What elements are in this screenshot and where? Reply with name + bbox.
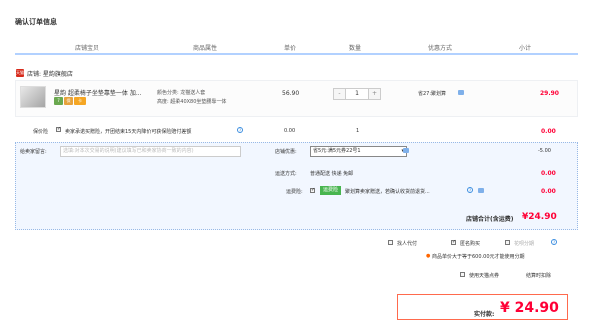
actual-pay-value: ¥ 24.90 — [500, 300, 559, 316]
header-divider — [15, 53, 578, 55]
product-title-link[interactable]: 星韵 超柔椅子坐垫靠垫一体 加... — [54, 88, 142, 97]
product-thumbnail[interactable] — [20, 86, 46, 108]
tmall-points-label: 使用天猫点券 — [469, 273, 500, 279]
settle-points-text: 结算时扣除 — [526, 273, 552, 279]
insurance-subtotal: 0.00 — [541, 128, 556, 135]
guarantee-icon: 保 — [64, 97, 73, 105]
qty-minus-button[interactable]: - — [334, 89, 345, 99]
delivery-label: 运送方式: — [275, 171, 297, 177]
item-row — [15, 80, 578, 117]
page-title: 确认订单信息 — [15, 18, 57, 26]
discount-info-icon[interactable] — [403, 147, 409, 154]
shop-name-link[interactable]: 店铺: 星韵旗舰店 — [27, 69, 73, 78]
item-prop-color: 颜色分类: 龙猫送人套 — [157, 90, 206, 96]
item-discount: 省27:聚划算 — [418, 91, 447, 97]
col-header-discount: 优惠方式 — [428, 45, 453, 52]
col-header-props: 商品属性 — [193, 45, 218, 52]
qty-plus-button[interactable]: + — [369, 89, 380, 99]
insurance-label: 保价险 — [33, 129, 49, 135]
insurance-price: 0.00 — [284, 128, 296, 134]
shop-discount-selected: 省5元:满5元券22号1 — [313, 148, 361, 154]
delivery-value: 普通配送 快递 免邮 — [310, 171, 354, 177]
col-header-item: 店铺宝贝 — [75, 45, 100, 52]
item-subtotal: 29.90 — [540, 90, 559, 97]
proxy-pay-label: 找人代付 — [397, 241, 418, 247]
delivery-price: 0.00 — [541, 170, 556, 177]
item-prop-height: 高度: 超柔40X80坐垫腰靠一体 — [157, 99, 227, 105]
shop-total-label: 店铺合计(含运费) — [466, 216, 514, 223]
quantity-stepper: - 1 + — [333, 88, 381, 100]
chat-icon[interactable] — [458, 89, 464, 96]
proxy-pay-checkbox[interactable] — [388, 240, 393, 245]
shop-total-value: ¥24.90 — [522, 212, 557, 222]
anonymous-label: 匿名购买 — [460, 241, 481, 247]
freight-insurance-label: 运费险: — [286, 189, 303, 195]
shop-discount-select[interactable]: 省5元:满5元券22号1 ▾ — [310, 146, 407, 157]
tmall-points-checkbox[interactable] — [460, 272, 465, 277]
help-icon[interactable]: ? — [237, 127, 243, 133]
anonymous-checkbox[interactable] — [451, 239, 456, 245]
insurance-checkbox[interactable] — [56, 126, 61, 132]
col-header-qty: 数量 — [349, 45, 362, 52]
warning-icon: ● — [426, 253, 431, 259]
huabei-checkbox[interactable] — [505, 240, 510, 245]
message-label: 给卖家留言: — [20, 149, 47, 155]
col-header-price: 单价 — [284, 45, 297, 52]
tmall-shop-icon: 天猫 — [16, 69, 24, 77]
shop-discount-value: -5.00 — [538, 148, 551, 154]
seven-day-return-icon: 7 — [54, 97, 63, 105]
freight-insurance-tag: 运费险 — [320, 186, 341, 195]
item-price: 56.90 — [282, 90, 300, 97]
actual-pay-label: 实付款: — [474, 311, 495, 318]
installment-notice: 商品单价大于等于600.00元才能使用分期 — [432, 254, 525, 260]
col-header-subtotal: 小计 — [519, 45, 532, 52]
freight-insurance-price: 0.00 — [541, 188, 556, 195]
huabei-label: 花呗分期 — [514, 241, 535, 247]
freight-help-icon[interactable]: ? — [467, 187, 473, 193]
message-input[interactable]: 选填:对本次交易的说明(建议填写已和卖家协商一致的内容) — [60, 146, 241, 157]
shop-discount-label: 店铺优惠: — [275, 149, 297, 155]
huabei-help-icon[interactable]: ? — [551, 239, 557, 245]
qty-input[interactable]: 1 — [345, 89, 369, 99]
insurance-qty: 1 — [356, 128, 360, 134]
credit-card-icon: 卡 — [74, 97, 86, 105]
freight-insurance-text: 聚划算卖家赠送，若确认收货前退货... — [345, 189, 430, 195]
freight-chat-icon[interactable] — [478, 187, 484, 194]
insurance-text: 卖家承诺买赠险，开团结束15天内降价可获保险赔付差额 — [65, 129, 192, 135]
freight-insurance-checkbox[interactable] — [310, 187, 315, 193]
